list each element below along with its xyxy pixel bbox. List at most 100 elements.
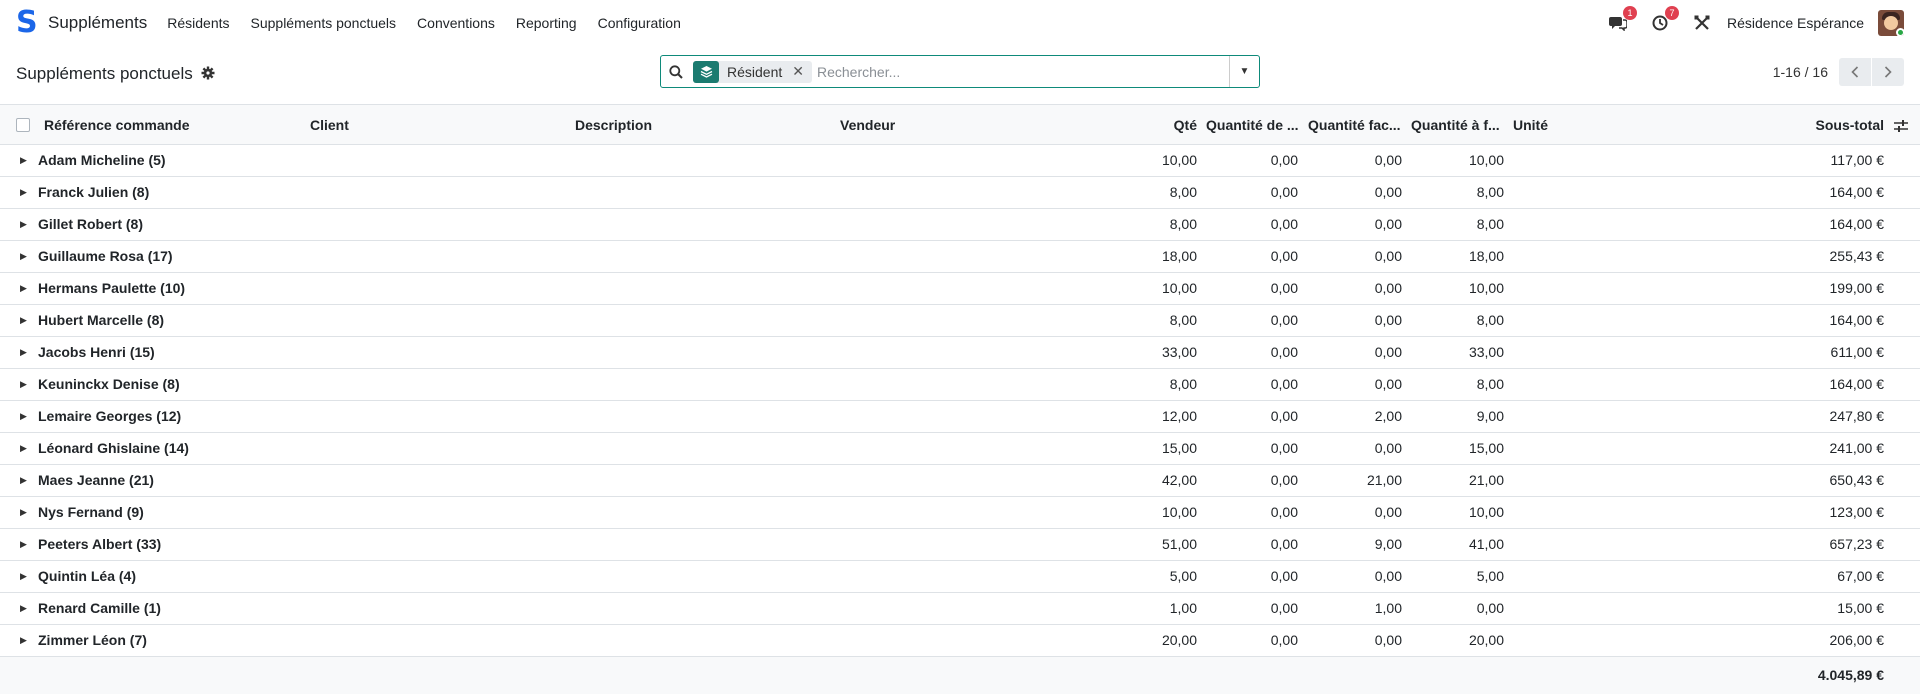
col-subtotal[interactable]: Sous-total	[1720, 105, 1884, 145]
table-row[interactable]: ▶ Hubert Marcelle (8) 8,00 0,00 0,00 8,00 164,…	[0, 305, 1920, 337]
search-box: Résident ✕ ▼	[660, 55, 1260, 88]
cell-qty-invoiced: 9,00	[1374, 536, 1402, 552]
cell-qty-invoiced: 0,00	[1374, 312, 1402, 328]
group-name: Hubert Marcelle (8)	[38, 312, 165, 328]
col-description[interactable]: Description	[575, 105, 652, 145]
table-row[interactable]: ▶ Maes Jeanne (21) 42,00 0,00 21,00 21,00 650,…	[0, 465, 1920, 497]
caret-right-icon: ▶	[20, 219, 27, 229]
table-row[interactable]: ▶ Guillaume Rosa (17) 18,00 0,00 0,00 18,00 25…	[0, 241, 1920, 273]
group-name: Quintin Léa (4)	[38, 568, 136, 584]
table-row[interactable]: ▶ Hermans Paulette (10) 10,00 0,00 0,00 10,00…	[0, 273, 1920, 305]
caret-right-icon: ▶	[20, 379, 27, 389]
chevron-right-svg	[1884, 66, 1892, 78]
table-row[interactable]: ▶ Lemaire Georges (12) 12,00 0,00 2,00 9,00 24…	[0, 401, 1920, 433]
select-all-checkbox[interactable]	[16, 118, 30, 132]
cell-qty-delivered: 0,00	[1270, 312, 1298, 328]
cell-qty-to-invoice: 41,00	[1468, 536, 1504, 552]
cell-qty-to-invoice: 20,00	[1468, 632, 1504, 648]
col-qty[interactable]: Qté	[1120, 105, 1197, 145]
crossed-tools-icon	[1694, 15, 1710, 30]
group-name: Maes Jeanne (21)	[38, 472, 154, 488]
menu-item-supplements-ponctuels[interactable]: Suppléments ponctuels	[251, 15, 397, 31]
menu-item-residents[interactable]: Résidents	[167, 15, 229, 31]
menu-item-reporting[interactable]: Reporting	[516, 15, 577, 31]
caret-right-icon: ▶	[20, 603, 27, 613]
cell-qty-to-invoice: 10,00	[1468, 152, 1504, 168]
chevron-right-icon[interactable]	[1872, 58, 1904, 86]
sliders-svg	[1894, 120, 1908, 133]
group-name: Hermans Paulette (10)	[38, 280, 186, 296]
user-avatar[interactable]	[1878, 10, 1904, 36]
cell-qty-delivered: 0,00	[1270, 568, 1298, 584]
caret-right-icon: ▶	[20, 539, 27, 549]
magnifier-svg	[669, 64, 683, 79]
table-row[interactable]: ▶ Gillet Robert (8) 8,00 0,00 0,00 8,00 164,00…	[0, 209, 1920, 241]
cell-subtotal: 241,00 €	[1829, 440, 1885, 456]
cell-qty-invoiced: 2,00	[1374, 408, 1402, 424]
cell-qty-invoiced: 21,00	[1366, 472, 1402, 488]
table-row[interactable]: ▶ Léonard Ghislaine (14) 15,00 0,00 0,00 15,0…	[0, 433, 1920, 465]
company-switcher[interactable]: Résidence Espérance	[1727, 15, 1864, 31]
menu-item-configuration[interactable]: Configuration	[598, 15, 681, 31]
cell-qty-invoiced: 0,00	[1374, 280, 1402, 296]
cell-qty-delivered: 0,00	[1270, 472, 1298, 488]
cell-qty-to-invoice: 33,00	[1468, 344, 1504, 360]
cell-qty-invoiced: 0,00	[1374, 632, 1402, 648]
group-name: Renard Camille (1)	[38, 600, 161, 616]
layers-svg	[700, 66, 712, 78]
col-unit[interactable]: Unité	[1513, 105, 1548, 145]
cell-qty: 42,00	[1161, 472, 1197, 488]
table-row[interactable]: ▶ Jacobs Henri (15) 33,00 0,00 0,00 33,00 611,…	[0, 337, 1920, 369]
caret-right-icon: ▶	[20, 187, 27, 197]
cell-qty: 18,00	[1161, 248, 1197, 264]
table-row[interactable]: ▶ Peeters Albert (33) 51,00 0,00 9,00 41,00 65…	[0, 529, 1920, 561]
cell-subtotal: 255,43 €	[1829, 248, 1885, 264]
col-qty-to-invoice[interactable]: Quantité à f...	[1411, 105, 1500, 145]
cell-qty-delivered: 0,00	[1270, 248, 1298, 264]
cell-qty-delivered: 0,00	[1270, 184, 1298, 200]
table-row[interactable]: ▶ Quintin Léa (4) 5,00 0,00 0,00 5,00 67,00 €	[0, 561, 1920, 593]
group-name: Peeters Albert (33)	[38, 536, 162, 552]
col-qty-invoiced[interactable]: Quantité fac...	[1308, 105, 1401, 145]
cell-qty-invoiced: 0,00	[1374, 568, 1402, 584]
col-reference[interactable]: Référence commande	[44, 105, 190, 145]
cell-qty-invoiced: 0,00	[1374, 376, 1402, 392]
table-row[interactable]: ▶ Adam Micheline (5) 10,00 0,00 0,00 10,00 117…	[0, 145, 1920, 177]
pager-value[interactable]: 1-16 / 16	[1773, 64, 1828, 80]
close-icon[interactable]: ✕	[790, 63, 812, 80]
cell-qty: 8,00	[1169, 312, 1197, 328]
cell-subtotal: 164,00 €	[1829, 184, 1885, 200]
cell-qty: 10,00	[1161, 504, 1197, 520]
chevron-left-icon[interactable]	[1839, 58, 1871, 86]
chevron-down-icon[interactable]: ▼	[1229, 56, 1259, 87]
search-icon[interactable]	[661, 64, 691, 79]
table-row[interactable]: ▶ Keuninckx Denise (8) 8,00 0,00 0,00 8,00 164…	[0, 369, 1920, 401]
col-qty-delivered[interactable]: Quantité de ...	[1206, 105, 1299, 145]
app-logo[interactable]: S	[16, 8, 38, 38]
cell-qty-delivered: 0,00	[1270, 344, 1298, 360]
col-seller[interactable]: Vendeur	[840, 105, 895, 145]
app-title[interactable]: Suppléments	[48, 13, 147, 33]
messages-icon[interactable]: 1	[1607, 6, 1638, 34]
cell-qty-to-invoice: 21,00	[1468, 472, 1504, 488]
table-row[interactable]: ▶ Zimmer Léon (7) 20,00 0,00 0,00 20,00 206,00…	[0, 625, 1920, 657]
table-row[interactable]: ▶ Renard Camille (1) 1,00 0,00 1,00 0,00 15,00…	[0, 593, 1920, 625]
caret-right-icon: ▶	[20, 571, 27, 581]
col-client[interactable]: Client	[310, 105, 349, 145]
menu-item-conventions[interactable]: Conventions	[417, 15, 495, 31]
cell-qty: 15,00	[1161, 440, 1197, 456]
tools-icon[interactable]	[1691, 12, 1713, 34]
cell-qty-invoiced: 0,00	[1374, 184, 1402, 200]
avatar-face	[1884, 16, 1898, 30]
cell-subtotal: 206,00 €	[1829, 632, 1885, 648]
cell-qty-invoiced: 0,00	[1374, 216, 1402, 232]
caret-right-icon: ▶	[20, 347, 27, 357]
cell-qty-delivered: 0,00	[1270, 504, 1298, 520]
search-input[interactable]	[817, 63, 1229, 80]
chevron-left-svg	[1851, 66, 1859, 78]
table-row[interactable]: ▶ Nys Fernand (9) 10,00 0,00 0,00 10,00 123,00…	[0, 497, 1920, 529]
activities-icon[interactable]: 7	[1649, 6, 1680, 34]
optional-columns-toggle-icon[interactable]	[1893, 105, 1909, 145]
gear-icon[interactable]	[201, 66, 215, 83]
table-row[interactable]: ▶ Franck Julien (8) 8,00 0,00 0,00 8,00 164,00…	[0, 177, 1920, 209]
